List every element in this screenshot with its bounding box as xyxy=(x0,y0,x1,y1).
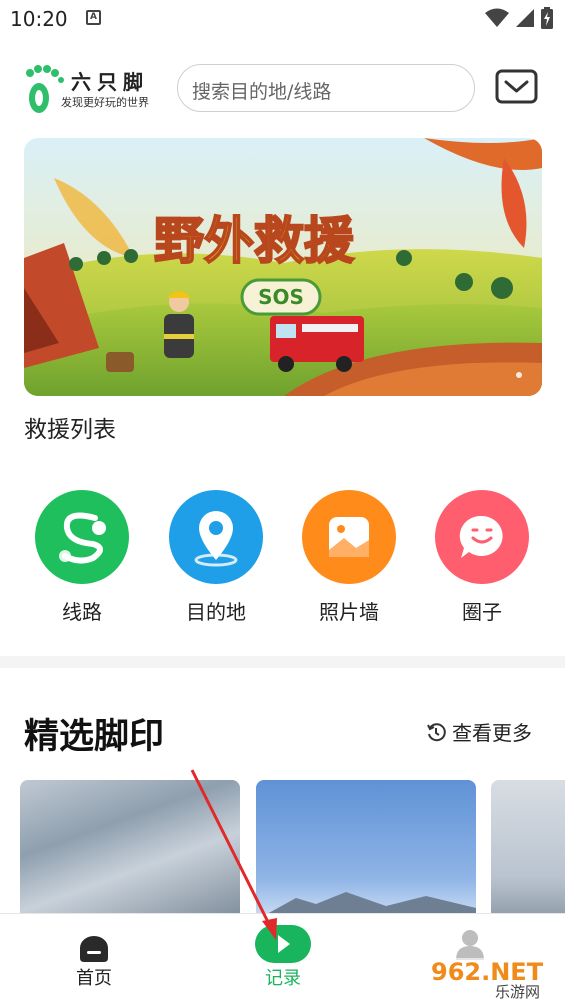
rescue-list-link[interactable]: 救援列表 xyxy=(24,410,116,444)
notification-icon: A xyxy=(86,10,101,25)
watermark-subtitle: 乐游网 xyxy=(495,983,540,1000)
app-name: 六只脚 xyxy=(71,70,149,94)
signal-icon xyxy=(516,9,534,27)
destination-circle xyxy=(169,490,263,584)
message-icon[interactable] xyxy=(495,69,538,104)
quick-nav-label: 目的地 xyxy=(186,600,246,624)
banner-illustration: 野外救援 SOS xyxy=(24,138,542,396)
app-screen: 10:20 A 六只脚 发现更好玩的世界 搜索目的地/线路 野外救援 SOS 救… xyxy=(0,0,565,1004)
header: 六只脚 发现更好玩的世界 搜索目的地/线路 xyxy=(0,56,565,122)
battery-icon xyxy=(541,7,553,29)
watermark-logo-icon: 962.NET 乐游网 xyxy=(425,958,560,1001)
route-icon xyxy=(59,512,106,564)
status-time: 10:20 xyxy=(10,7,68,31)
wifi-icon xyxy=(485,8,509,27)
carousel-dot xyxy=(516,372,522,378)
banner-carousel[interactable]: 野外救援 SOS xyxy=(24,138,542,396)
quick-nav-label: 照片墙 xyxy=(319,600,379,624)
footprint-card[interactable] xyxy=(491,780,565,920)
banner-badge: SOS xyxy=(258,285,304,309)
quick-nav-label: 线路 xyxy=(62,600,102,624)
status-bar: 10:20 A xyxy=(0,0,565,38)
photo-icon xyxy=(329,517,369,557)
view-more-link[interactable]: 查看更多 xyxy=(426,717,532,746)
footprint-card[interactable] xyxy=(20,780,240,920)
home-icon xyxy=(80,936,108,962)
app-slogan: 发现更好玩的世界 xyxy=(61,96,149,109)
play-icon xyxy=(255,925,311,963)
section-divider xyxy=(0,656,565,668)
banner-headline: 野外救援 xyxy=(154,212,355,270)
nav-record[interactable]: 记录 xyxy=(233,914,333,1004)
nav-label: 首页 xyxy=(76,968,112,989)
history-icon xyxy=(427,722,446,741)
quick-nav-route[interactable]: 线路 xyxy=(32,490,132,625)
photo-wall-circle xyxy=(302,490,396,584)
quick-nav-circle[interactable]: 圈子 xyxy=(432,490,532,625)
quick-nav-photo-wall[interactable]: 照片墙 xyxy=(299,490,399,625)
footprint-logo-icon[interactable] xyxy=(24,62,64,114)
nav-label: 记录 xyxy=(265,968,301,989)
quick-nav-destination[interactable]: 目的地 xyxy=(166,490,266,625)
watermark-brand: 962.NET xyxy=(431,958,544,986)
location-pin-icon xyxy=(194,511,238,567)
chat-icon xyxy=(459,515,503,558)
footprint-card[interactable] xyxy=(256,780,476,920)
quick-nav-label: 圈子 xyxy=(462,600,502,624)
site-watermark: 962.NET 乐游网 xyxy=(425,950,560,1001)
featured-title: 精选脚印 xyxy=(24,717,165,757)
mountain-photo xyxy=(256,892,476,920)
search-placeholder: 搜索目的地/线路 xyxy=(192,81,332,103)
nav-home[interactable]: 首页 xyxy=(44,914,144,1004)
view-more-text: 查看更多 xyxy=(452,721,532,745)
quick-nav: 线路 目的地 照片墙 圈子 xyxy=(0,490,565,630)
circle-circle xyxy=(435,490,529,584)
search-input[interactable]: 搜索目的地/线路 xyxy=(177,64,475,112)
status-icons xyxy=(485,7,553,29)
route-circle xyxy=(35,490,129,584)
